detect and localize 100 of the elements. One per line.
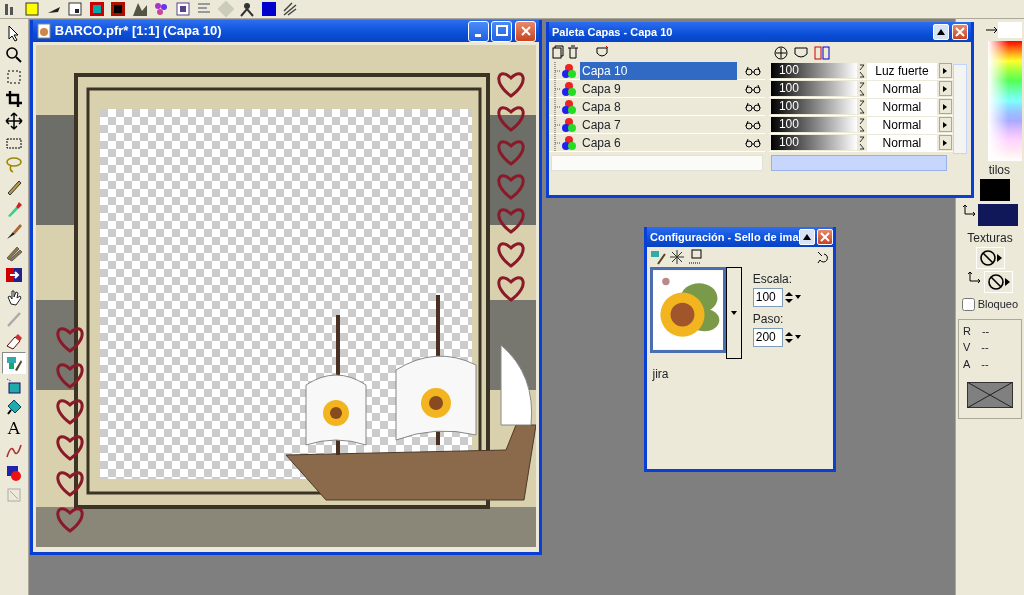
opacity-slider[interactable]: 100 xyxy=(770,63,857,78)
style-swatch[interactable] xyxy=(980,179,1010,201)
new-layer-icon[interactable] xyxy=(551,45,564,59)
close-button[interactable] xyxy=(817,229,833,245)
opacity-slider[interactable]: 100 xyxy=(770,81,857,96)
selection-icon xyxy=(5,67,23,86)
blend-menu-button[interactable] xyxy=(938,117,952,132)
layer-tab-icon[interactable] xyxy=(771,44,790,62)
textures-label: Texturas xyxy=(967,229,1013,247)
opacity-slider[interactable]: 100 xyxy=(770,135,857,150)
opacity-value: 100 xyxy=(778,117,799,132)
spin-arrows-icon[interactable] xyxy=(858,135,865,150)
frame-tab-icon[interactable] xyxy=(687,249,704,265)
blend-mode-dropdown[interactable]: Normal xyxy=(866,116,937,133)
blend-mode-dropdown[interactable]: Luz fuerte xyxy=(866,62,937,79)
glasses-icon[interactable] xyxy=(745,65,761,76)
swap-arrow-icon[interactable] xyxy=(986,25,998,35)
color-replacer-icon xyxy=(5,265,23,284)
blend-menu-button[interactable] xyxy=(938,135,952,150)
opacity-value: 100 xyxy=(778,99,799,114)
step-field[interactable]: 200 xyxy=(752,327,783,347)
spin-arrows-icon[interactable] xyxy=(783,329,794,345)
figure-icon[interactable] xyxy=(239,1,256,17)
channels-tab-icon[interactable] xyxy=(813,44,832,62)
glasses-icon[interactable] xyxy=(745,101,761,112)
close-button[interactable] xyxy=(952,24,968,40)
hand-icon xyxy=(5,287,23,306)
swap-arrow-icon[interactable] xyxy=(967,271,982,286)
readout-label: R xyxy=(963,323,971,339)
caret-icon[interactable] xyxy=(794,335,801,339)
text-tool-button[interactable]: A xyxy=(2,417,26,440)
close-icon xyxy=(955,27,965,37)
scale-label: Escala: xyxy=(752,270,794,288)
spin-arrows-icon[interactable] xyxy=(783,289,794,305)
picture-icon[interactable] xyxy=(131,1,148,17)
glasses-icon[interactable] xyxy=(745,137,761,148)
texture-none-button[interactable] xyxy=(983,271,1013,294)
swap-arrow-icon[interactable] xyxy=(961,203,976,218)
triangle-right-icon xyxy=(996,253,1002,262)
sparkle-tab-icon[interactable] xyxy=(668,249,685,265)
window-title: Configuración - Sello de ima xyxy=(650,229,799,245)
color-swatch[interactable] xyxy=(998,22,1022,38)
gradient-swatch-icon[interactable] xyxy=(260,1,277,17)
spin-arrows-icon[interactable] xyxy=(858,117,865,132)
stamp-tab-icon[interactable] xyxy=(649,249,666,265)
frame-icon[interactable] xyxy=(67,1,84,17)
color-swatch-icon[interactable] xyxy=(24,1,41,17)
blend-mode-dropdown[interactable]: Normal xyxy=(866,134,937,151)
layer-icon xyxy=(561,80,577,97)
beads-icon[interactable] xyxy=(153,1,170,17)
eraser-icon xyxy=(5,331,23,350)
blend-mode-dropdown[interactable]: Normal xyxy=(866,80,937,97)
blend-menu-button[interactable] xyxy=(938,81,952,96)
blend-mode-dropdown[interactable]: Normal xyxy=(866,98,937,115)
collapse-button[interactable] xyxy=(798,229,815,245)
empty-color-icon xyxy=(967,382,1013,408)
mask-icon[interactable] xyxy=(595,45,610,59)
frame-icon[interactable] xyxy=(174,1,191,17)
minimize-button[interactable] xyxy=(467,20,489,42)
spin-arrows-icon[interactable] xyxy=(858,99,865,114)
layer-name[interactable]: Capa 7 xyxy=(580,115,737,134)
search-icon xyxy=(5,45,23,64)
texture-none-button[interactable] xyxy=(975,246,1005,269)
maximize-icon xyxy=(494,24,509,38)
trash-icon[interactable] xyxy=(566,45,579,59)
vertical-scrollbar[interactable] xyxy=(953,64,967,154)
layer-name[interactable]: Capa 6 xyxy=(580,133,737,152)
no-entry-icon xyxy=(978,248,997,267)
triangle-right-icon xyxy=(1004,278,1010,287)
maximize-button[interactable] xyxy=(491,20,513,42)
caret-icon[interactable] xyxy=(794,295,801,300)
lock-label: Bloqueo xyxy=(977,297,1019,312)
warp-icon xyxy=(5,485,23,504)
spin-arrows-icon[interactable] xyxy=(858,81,865,96)
spin-arrows-icon[interactable] xyxy=(858,63,865,78)
texture-swatch[interactable] xyxy=(978,203,1019,226)
horizontal-scrollbar[interactable] xyxy=(770,155,947,171)
pin-icon[interactable] xyxy=(816,250,831,264)
glasses-icon[interactable] xyxy=(745,83,761,94)
move-tool-button[interactable] xyxy=(2,109,26,132)
lock-checkbox[interactable] xyxy=(961,297,975,311)
glasses-icon[interactable] xyxy=(745,119,761,130)
blend-menu-button[interactable] xyxy=(938,63,952,78)
frame-icon[interactable] xyxy=(110,1,127,17)
layer-icon xyxy=(561,134,577,151)
layer-name[interactable]: Capa 9 xyxy=(580,79,737,98)
blend-menu-button[interactable] xyxy=(938,99,952,114)
readout-value: -- xyxy=(981,323,990,339)
triangle-up-icon xyxy=(936,27,947,37)
color-spectrum[interactable] xyxy=(988,41,1022,161)
layer-name[interactable]: Capa 10 xyxy=(580,61,737,80)
scale-field[interactable]: 100 xyxy=(752,287,783,307)
crop-icon xyxy=(5,89,23,108)
opacity-slider[interactable]: 100 xyxy=(770,99,857,114)
opacity-slider[interactable]: 100 xyxy=(770,117,857,132)
collapse-button[interactable] xyxy=(933,24,950,40)
close-button[interactable] xyxy=(515,20,536,42)
stripes-icon[interactable] xyxy=(282,1,299,17)
layer-name[interactable]: Capa 8 xyxy=(580,97,737,116)
styles-label: tilos xyxy=(988,162,1010,179)
